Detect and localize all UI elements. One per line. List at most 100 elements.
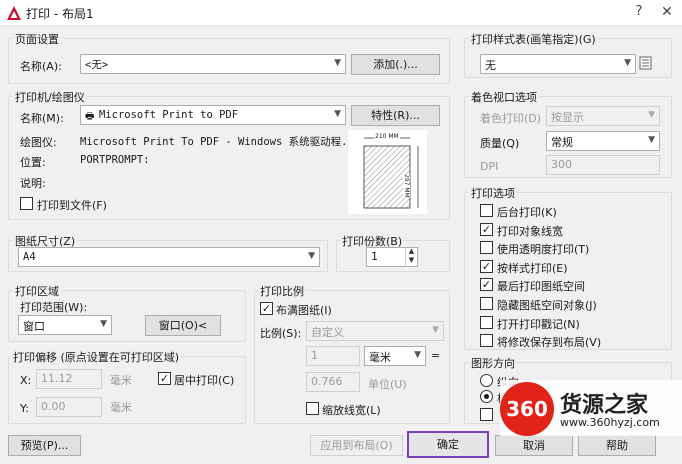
printer-name-select[interactable]: 🖶 Microsoft Print to PDF ▼ <box>80 105 346 125</box>
plotter-label: 绘图仪: <box>20 136 57 149</box>
page-setup-name-label: 名称(A): <box>20 60 62 73</box>
plot-option-checkbox[interactable] <box>480 241 493 255</box>
plot-option-label: 后台打印(K) <box>497 206 557 219</box>
dpi-label: DPI <box>480 160 499 173</box>
window-title: 打印 - 布局1 <box>26 7 94 21</box>
edit-plot-style-icon[interactable] <box>639 56 652 70</box>
plot-option-label: 按样式打印(E) <box>497 261 568 275</box>
plot-option-checkbox[interactable]: ✓ <box>480 278 493 292</box>
landscape-radio[interactable] <box>480 390 493 403</box>
scale-lineweights-checkbox[interactable] <box>306 402 319 415</box>
offset-y-label: Y: <box>20 402 29 415</box>
plot-option-checkbox[interactable]: ✓ <box>480 259 493 273</box>
shade-plot-value: 按显示 <box>551 111 584 124</box>
shade-plot-select[interactable]: 按显示 ▼ <box>546 106 660 126</box>
cancel-button[interactable]: 取消 <box>495 435 573 456</box>
printer-name-value: Microsoft Print to PDF <box>99 109 239 121</box>
offset-y-input[interactable]: 0.00 <box>36 397 102 417</box>
print-to-file-label: 打印到文件(F) <box>37 199 107 212</box>
chevron-down-icon: ▼ <box>648 135 655 145</box>
watermark-title: 货源之家 <box>560 393 649 418</box>
plot-option-checkbox[interactable] <box>480 297 493 310</box>
quality-select[interactable]: 常规 ▼ <box>546 131 660 151</box>
copies-value: 1 <box>371 250 378 263</box>
title-bar[interactable] <box>0 0 682 26</box>
plot-option-label: 隐藏图纸空间对象(J) <box>497 299 597 312</box>
upside-down-checkbox[interactable] <box>480 408 493 421</box>
chevron-down-icon: ▼ <box>624 58 631 68</box>
scale-select[interactable]: 自定义 ▼ <box>306 321 444 341</box>
description-label: 说明: <box>20 177 46 190</box>
scale-value2-input[interactable]: 0.766 <box>306 372 360 392</box>
preview-button[interactable]: 预览(P)... <box>8 435 81 456</box>
fit-to-paper-checkbox[interactable]: ✓ <box>260 302 273 315</box>
scale-equals-sign: = <box>431 349 441 362</box>
plot-option-checkbox[interactable]: ✓ <box>480 222 493 236</box>
scale-value1-input[interactable]: 1 <box>306 346 360 366</box>
chevron-down-icon: ▼ <box>648 110 655 120</box>
plot-option-label: 打印对象线宽 <box>497 224 563 238</box>
print-range-label: 打印范围(W): <box>20 301 88 314</box>
plot-option-label: 使用透明度打印(T) <box>497 243 590 257</box>
plotter-value: Microsoft Print To PDF - Windows 系统驱动程..… <box>80 136 361 148</box>
print-area-legend: 打印区域 <box>13 283 61 299</box>
help-icon[interactable]: ? <box>628 2 650 22</box>
chevron-down-icon: ▼ <box>432 325 439 335</box>
portrait-radio[interactable] <box>480 374 493 387</box>
chevron-down-icon: ▼ <box>334 58 341 68</box>
apply-to-layout-button[interactable]: 应用到布局(O) <box>310 435 403 456</box>
shade-plot-label: 着色打印(D) <box>480 112 542 125</box>
offset-x-input[interactable]: 11.12 <box>36 369 102 389</box>
quality-value: 常规 <box>551 136 573 149</box>
plot-options-legend: 打印选项 <box>469 185 517 201</box>
printer-legend: 打印机/绘图仪 <box>13 89 87 105</box>
printer-name-label: 名称(M): <box>20 112 64 125</box>
preview-height-label: 297 MM <box>403 174 410 198</box>
window-pick-button[interactable]: 窗口(O)< <box>145 315 221 336</box>
plot-style-select[interactable]: 无 ▼ <box>480 54 636 74</box>
paper-preview-graphic <box>363 137 419 209</box>
plot-option-label: 打开打印戳记(N) <box>497 317 580 331</box>
chevron-down-icon: ▼ <box>100 319 107 329</box>
shaded-viewport-legend: 着色视口选项 <box>469 89 539 105</box>
help-button[interactable]: 帮助 <box>578 435 656 456</box>
watermark-url: www.360hyzj.com <box>560 416 660 429</box>
copies-spinner[interactable]: ▲ ▼ <box>405 247 417 267</box>
offset-x-unit: 毫米 <box>110 374 132 387</box>
center-print-checkbox[interactable]: ✓ <box>158 372 171 385</box>
page-setup-name-select[interactable]: <无> ▼ <box>80 54 346 74</box>
print-offset-legend: 打印偏移 (原点设置在可打印区域) <box>11 349 182 365</box>
offset-y-value: 0.00 <box>41 400 66 413</box>
plot-style-legend: 打印样式表(画笔指定)(G) <box>469 31 598 47</box>
print-to-file-checkbox[interactable] <box>20 197 33 210</box>
dpi-value: 300 <box>551 158 572 171</box>
location-value: PORTPROMPT: <box>80 154 150 166</box>
print-range-select[interactable]: 窗口 ▼ <box>18 315 112 335</box>
plot-style-value: 无 <box>485 59 496 72</box>
chevron-down-icon: ▼ <box>334 109 341 119</box>
plot-option-label: 将修改保存到布局(V) <box>497 336 602 350</box>
watermark-logo: 360 <box>500 382 554 436</box>
offset-x-value: 11.12 <box>41 372 73 385</box>
fit-to-paper-label: 布满图纸(I) <box>276 304 332 317</box>
plot-option-checkbox[interactable] <box>480 204 493 217</box>
plot-option-label: 最后打印图纸空间 <box>497 280 585 294</box>
printer-properties-button[interactable]: 特性(R)... <box>351 105 440 126</box>
plot-option-checkbox[interactable] <box>480 334 493 348</box>
plot-option-checkbox[interactable] <box>480 315 493 329</box>
scale-unit-select[interactable]: 毫米 ▼ <box>364 346 426 366</box>
print-range-value: 窗口 <box>23 320 45 333</box>
page-setup-legend: 页面设置 <box>13 31 61 47</box>
paper-size-select[interactable]: A4 ▼ <box>18 247 320 267</box>
scale-unit-label: 单位(U) <box>368 378 407 391</box>
page-setup-add-button[interactable]: 添加(.)... <box>351 54 440 75</box>
close-icon[interactable]: ✕ <box>656 2 678 22</box>
dpi-input[interactable]: 300 <box>546 155 660 175</box>
ok-button[interactable]: 确定 <box>407 431 489 458</box>
preview-width-label: 210 MM <box>374 133 400 140</box>
scale-value1: 1 <box>311 349 318 362</box>
offset-x-label: X: <box>20 374 32 387</box>
scale-value: 自定义 <box>311 326 344 339</box>
printer-icon: 🖶 <box>85 111 95 122</box>
scale-lineweights-label: 缩放线宽(L) <box>322 404 381 417</box>
